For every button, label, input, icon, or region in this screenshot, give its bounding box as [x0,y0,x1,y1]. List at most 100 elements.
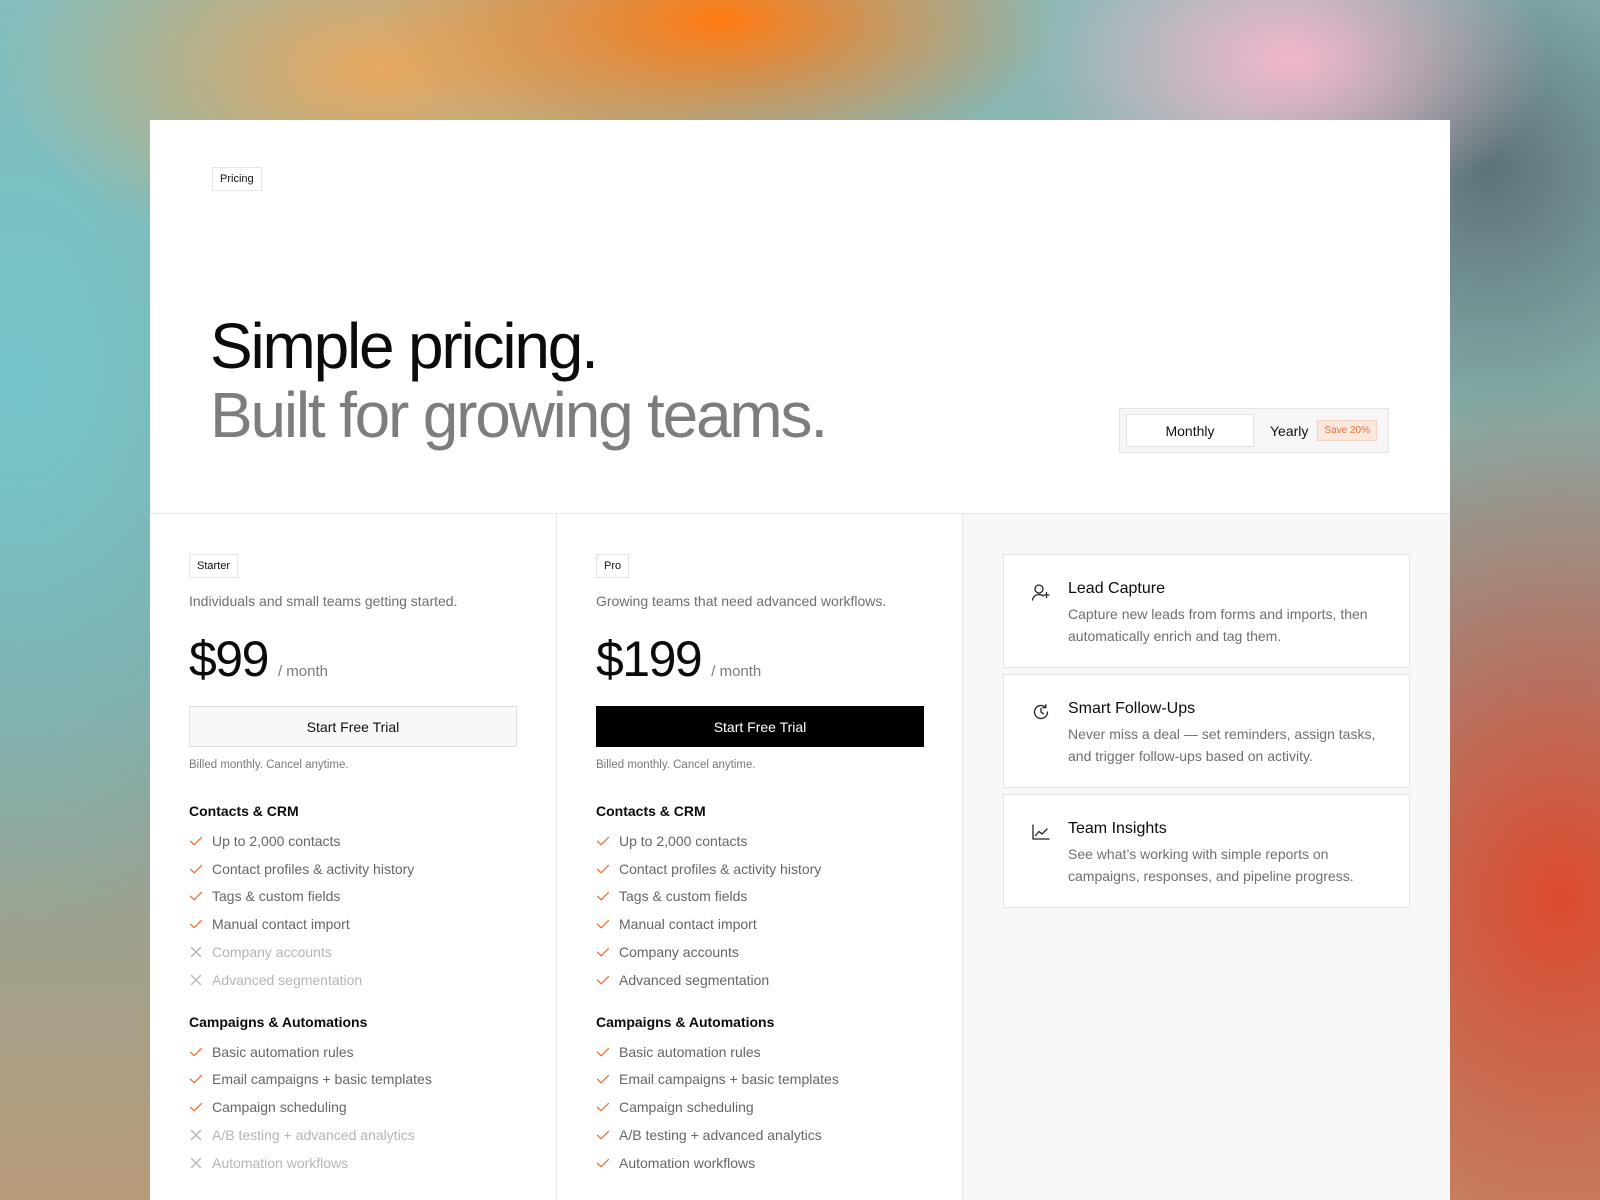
check-icon [596,975,610,985]
feature-label: A/B testing + advanced analytics [212,1127,415,1144]
check-icon [189,836,203,846]
feature-label: Tags & custom fields [619,888,748,905]
feature-label: Automation workflows [619,1154,756,1171]
feature-item: Campaign scheduling [596,1093,923,1121]
feature-item: Basic automation rules [189,1038,517,1066]
feature-item: Advanced segmentation [189,966,517,994]
feature-item: Automation workflows [189,1149,517,1177]
feature-item: Company accounts [189,938,517,966]
feature-item: Up to 2,000 contacts [189,827,517,855]
clock-refresh-icon [1033,704,1049,720]
feature-label: Advanced segmentation [619,971,770,988]
billing-note: Billed monthly. Cancel anytime. [189,759,349,771]
feature-item: Contact profiles & activity history [189,855,517,883]
section-title: Campaigns & Automations [596,1013,775,1030]
highlight-description: See what’s working with simple reports o… [1068,846,1354,884]
feature-label: Manual contact import [212,916,350,933]
feature-item: A/B testing + advanced analytics [189,1121,517,1149]
check-icon [596,892,610,901]
feature-label: Basic automation rules [212,1043,354,1060]
check-icon [189,920,203,929]
feature-label: Contact profiles & activity history [212,860,415,877]
highlight-title: Team Insights [1068,820,1167,837]
section-title: Contacts & CRM [189,803,299,819]
highlight-card-team-insights: Team Insights See what’s working with si… [1003,794,1410,908]
feature-label: Advanced segmentation [212,971,363,988]
feature-label: Manual contact import [619,916,757,933]
feature-label: Tags & custom fields [212,888,341,905]
feature-label: Company accounts [619,944,739,961]
check-icon [189,1075,203,1084]
section-title: Campaigns & Automations [189,1013,368,1030]
highlight-text: Team Insights See what’s working with si… [1068,819,1389,907]
x-icon [190,974,202,986]
toggle-yearly[interactable]: Yearly Save 20% [1270,420,1377,441]
x-icon [190,1157,202,1169]
x-icon [190,1129,202,1141]
headline-line-1: Simple pricing. [210,310,599,382]
billing-toggle: Monthly Yearly Save 20% [1119,408,1389,453]
plan-period: / month [711,663,762,680]
feature-list: Basic automation rules Email campaigns + … [596,1038,923,1177]
toggle-yearly-label: Yearly [1270,422,1309,439]
check-icon [596,947,610,957]
feature-label: Email campaigns + basic templates [619,1071,839,1088]
plan-price: $99 [189,631,269,687]
highlight-description: Never miss a deal — set reminders, assig… [1068,726,1376,764]
check-icon [596,1103,610,1112]
plan-starter: Starter Individuals and small teams gett… [150,514,557,1200]
toggle-monthly[interactable]: Monthly [1126,414,1254,447]
feature-item: Tags & custom fields [596,883,923,911]
highlight-description: Capture new leads from forms and imports… [1068,606,1368,644]
highlight-title: Smart Follow-Ups [1068,700,1196,717]
plan-description: Growing teams that need advanced workflo… [596,593,887,609]
section-title: Contacts & CRM [596,803,706,819]
highlights-panel: Lead Capture Capture new leads from form… [963,514,1450,1200]
feature-list: Up to 2,000 contacts Contact profiles & a… [189,827,517,994]
hero-section: Pricing Simple pricing. Built for growin… [150,120,1450,514]
headline-line-2: Built for growing teams. [210,379,828,451]
start-trial-button[interactable]: Start Free Trial [189,706,517,747]
highlight-text: Lead Capture Capture new leads from form… [1068,579,1389,667]
feature-label: Up to 2,000 contacts [212,832,341,849]
check-icon [189,1047,203,1057]
plan-period: / month [277,663,328,680]
plans-row: Starter Individuals and small teams gett… [150,514,1450,1200]
check-icon [596,1047,610,1057]
check-icon [189,892,203,901]
feature-label: Campaign scheduling [212,1099,347,1116]
price-row: $99 / month [189,630,517,688]
price-row: $199 / month [596,630,923,688]
check-icon [596,1158,610,1168]
check-icon [596,1075,610,1084]
highlight-card-smart-follow-ups: Smart Follow-Ups Never miss a deal — set… [1003,674,1410,788]
feature-list: Up to 2,000 contacts Contact profiles & a… [596,827,923,994]
feature-item: Contact profiles & activity history [596,855,923,883]
feature-item: Tags & custom fields [189,883,517,911]
feature-item: Campaign scheduling [189,1093,517,1121]
pricing-tag: Pricing [212,167,262,191]
feature-item: Email campaigns + basic templates [189,1066,517,1094]
feature-label: Automation workflows [212,1154,349,1171]
save-badge: Save 20% [1317,420,1377,441]
feature-label: Up to 2,000 contacts [619,832,748,849]
check-icon [596,1130,610,1140]
feature-item: Up to 2,000 contacts [596,827,923,855]
feature-item: Automation workflows [596,1149,923,1177]
line-chart-icon [1032,824,1050,840]
user-plus-icon [1031,584,1050,601]
plan-description: Individuals and small teams getting star… [189,593,458,609]
plan-tag: Starter [189,554,239,578]
feature-item: Manual contact import [596,910,923,938]
plan-tag: Pro [596,554,630,578]
highlight-title: Lead Capture [1068,580,1165,597]
feature-label: A/B testing + advanced analytics [619,1127,822,1144]
check-icon [596,864,610,874]
feature-list: Basic automation rules Email campaigns + … [189,1038,517,1177]
feature-item: Basic automation rules [596,1038,923,1066]
plan-pro: Pro Growing teams that need advanced wor… [557,514,963,1200]
check-icon [189,1103,203,1112]
x-icon [190,946,202,958]
start-trial-button[interactable]: Start Free Trial [596,706,924,747]
feature-label: Contact profiles & activity history [619,860,822,877]
